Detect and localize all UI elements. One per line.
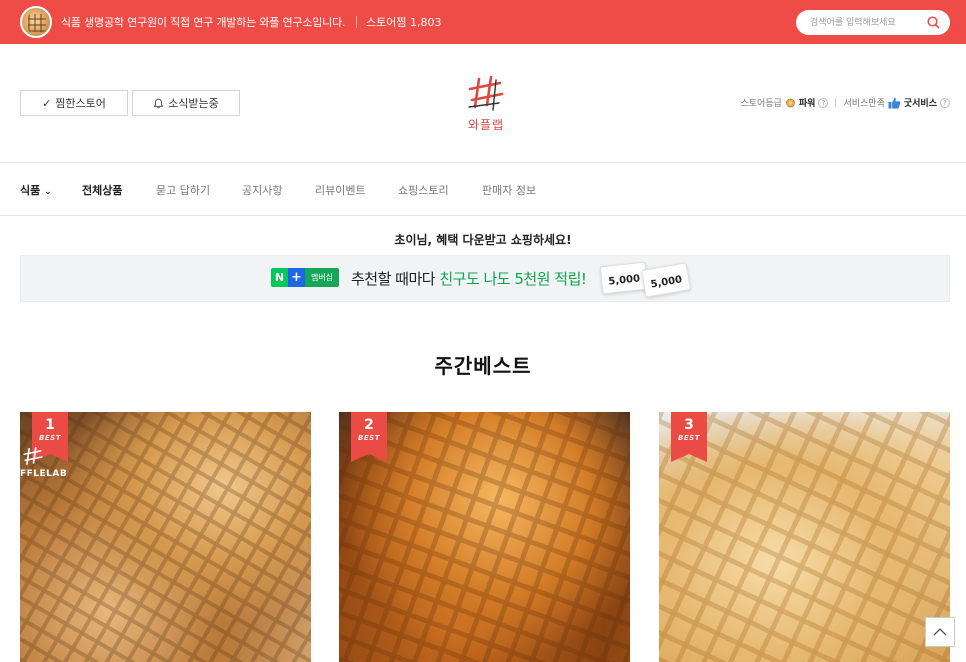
search-input[interactable] (810, 15, 920, 30)
benefit-greeting: 초이님, 혜택 다운받고 쇼핑하세요! (394, 233, 572, 247)
naver-membership-badge: N + 멤버십 (271, 268, 339, 287)
search-box[interactable] (796, 10, 950, 35)
store-grade-label: 스토어등급 (740, 99, 782, 109)
waffle-logo-icon (23, 446, 43, 465)
weekly-best-title: 주간베스트 (434, 354, 532, 378)
scroll-to-top-button[interactable] (925, 617, 955, 647)
chevron-down-icon: ⌄ (44, 187, 52, 197)
nav-item-food[interactable]: 식품 ⌄ (20, 182, 52, 198)
product-card[interactable]: 1 BEST FFLELAB (20, 412, 311, 662)
coupon-card: 5,000 (640, 262, 692, 298)
banner-headline: 추천할 때마다 친구도 나도 5천원 적립! (351, 268, 587, 289)
bell-icon (153, 98, 164, 108)
rank-number: 1 (45, 417, 55, 433)
rank-number: 3 (684, 417, 694, 433)
waffle-logo-icon (468, 75, 504, 111)
watermark-text: FFLELAB (20, 469, 68, 479)
chevron-up-icon (933, 628, 947, 636)
search-icon[interactable] (927, 16, 940, 29)
product-card[interactable]: 2 BEST (339, 412, 630, 662)
favorite-store-button[interactable]: ✓ 찜한스토어 (20, 90, 128, 116)
nav-item-label: 식품 (20, 184, 41, 197)
service-value: 굿서비스 (903, 99, 937, 109)
banner-text-main: 추천할 때마다 (351, 270, 440, 288)
brand-watermark: FFLELAB (20, 446, 74, 479)
subscribe-news-button[interactable]: 소식받는중 (132, 90, 240, 116)
best-tag: BEST (39, 434, 61, 442)
membership-label: 멤버십 (305, 268, 339, 287)
rank-number: 2 (364, 417, 374, 433)
product-card[interactable]: 3 BEST (659, 412, 950, 662)
nav-item-review-event[interactable]: 리뷰이벤트 (315, 182, 366, 198)
header-divider (0, 162, 966, 163)
rank-ribbon: 2 BEST (351, 412, 387, 462)
membership-banner[interactable]: N + 멤버십 추천할 때마다 친구도 나도 5천원 적립! 5,000 5,0… (20, 255, 950, 302)
store-description: 식품 생명공학 연구원이 직접 연구 개발하는 와플 연구소입니다. (61, 16, 346, 29)
medal-icon (786, 98, 795, 108)
best-tag: BEST (678, 434, 700, 442)
service-label: 서비스만족 (843, 99, 885, 109)
top-bar: 식품 생명공학 연구원이 직접 연구 개발하는 와플 연구소입니다. 스토어찜 … (0, 0, 966, 44)
store-brand[interactable]: 와플랩 (462, 74, 510, 133)
grade-help-icon[interactable]: ? (818, 97, 829, 108)
service-help-icon[interactable]: ? (940, 97, 950, 108)
nav-item-all-products[interactable]: 전체상품 (82, 182, 122, 198)
banner-text-highlight: 친구도 나도 5천원 적립! (439, 270, 587, 288)
plus-icon: + (288, 268, 305, 287)
subscribe-news-label: 소식받는중 (168, 97, 219, 110)
nav-item-seller-info[interactable]: 판매자 정보 (482, 182, 536, 198)
store-name: 와플랩 (467, 118, 505, 132)
best-tag: BEST (358, 434, 380, 442)
nav-item-notice[interactable]: 공지사항 (242, 182, 282, 198)
nav-item-shopping-story[interactable]: 쇼핑스토리 (398, 182, 449, 198)
nav-divider (0, 215, 966, 216)
store-favorites-count: 스토어찜 1,803 (366, 16, 442, 29)
favorite-store-label: 찜한스토어 (55, 97, 106, 110)
store-grade-value: 파워 (798, 99, 816, 109)
store-profile-image[interactable] (20, 6, 52, 38)
rank-ribbon: 3 BEST (671, 412, 707, 462)
nav-item-qna[interactable]: 묻고 답하기 (156, 182, 210, 198)
thumbs-up-icon (888, 97, 901, 108)
naver-n-logo: N (271, 268, 288, 287)
check-icon: ✓ (42, 96, 52, 110)
top-bar-divider (356, 16, 357, 28)
grade-divider (835, 98, 837, 107)
store-grade-info: 스토어등급 파워 ? 서비스만족 굿서비스 ? (740, 96, 950, 109)
coupon-card: 5,000 (599, 261, 649, 295)
